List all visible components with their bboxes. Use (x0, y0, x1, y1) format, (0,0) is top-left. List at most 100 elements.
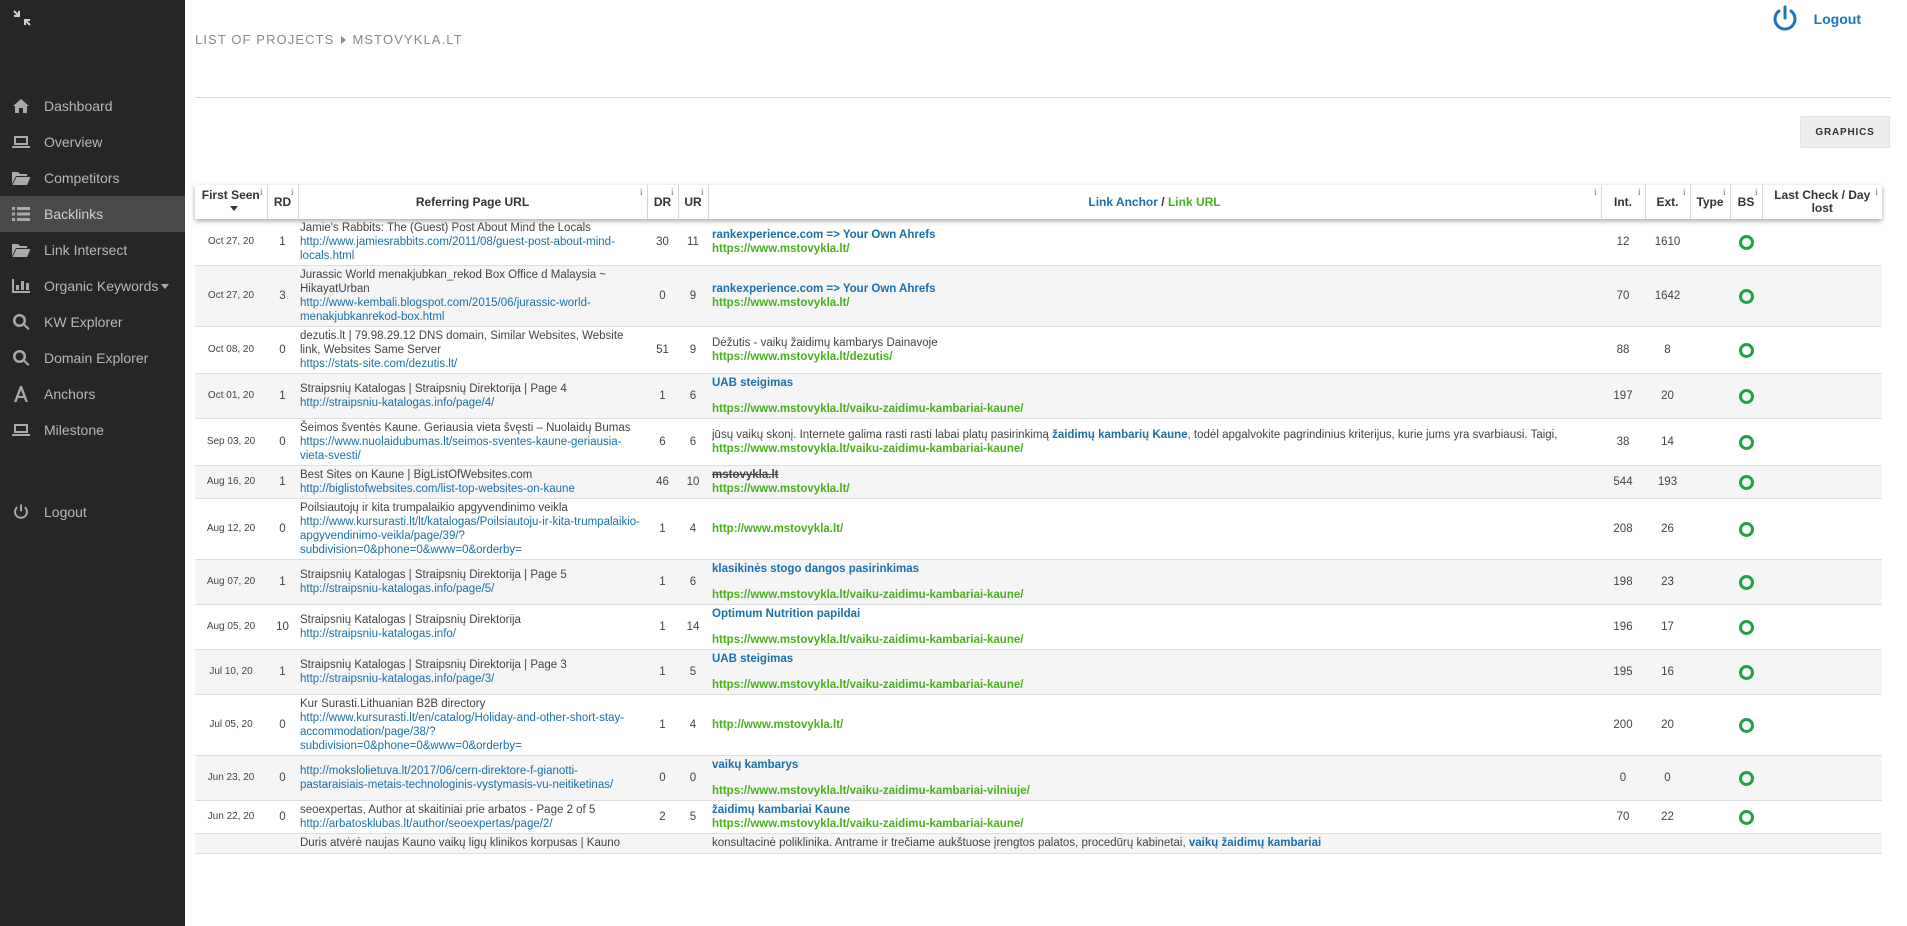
col-last-check[interactable]: Last Check / Day lost i (1762, 185, 1882, 219)
status-circle-icon (1738, 664, 1754, 680)
bs-cell (1730, 649, 1762, 695)
link-url[interactable]: https://www.mstovykla.lt/ (712, 243, 850, 255)
link-url[interactable]: https://www.mstovykla.lt/dezutis/ (712, 351, 892, 363)
anchor-text[interactable]: Optimum Nutrition papildai (712, 608, 860, 620)
col-dr[interactable]: DR i (647, 185, 679, 219)
sidebar-item-organic-keywords[interactable]: Organic Keywords (0, 268, 185, 304)
sidebar-item-dashboard[interactable]: Dashboard (0, 88, 185, 124)
collapse-sidebar-icon[interactable] (10, 6, 34, 30)
col-int[interactable]: Int. i (1601, 185, 1646, 219)
type-cell (1690, 219, 1730, 266)
chevron-down-icon[interactable] (161, 284, 169, 289)
anchor-text[interactable]: žaidimų kambariai Kaune (712, 804, 850, 816)
anchor-text[interactable]: vaikų žaidimų kambariai (1189, 837, 1321, 849)
sidebar-item-competitors[interactable]: Competitors (0, 160, 185, 196)
last-check-cell (1762, 418, 1882, 466)
col-ur[interactable]: UR i (678, 185, 709, 219)
folder-open-icon (10, 168, 32, 188)
anchor-text[interactable]: mstovykla.lt (712, 469, 778, 481)
table-row: Aug 16, 20 1 Best Sites on Kaune | BigList… (195, 465, 1882, 499)
last-check-cell (1762, 649, 1882, 695)
ref-page-title: seoexpertas, Author at skaitiniai prie a… (300, 804, 596, 816)
ref-page-url[interactable]: http://straipsniu-katalogas.info/page/4/ (300, 396, 645, 410)
link-anchor-cell: UAB steigimas https://www.mstovykla.lt/va… (708, 373, 1601, 419)
ref-page-url[interactable]: http://straipsniu-katalogas.info/page/3/ (300, 672, 645, 686)
col-link-anchor[interactable]: Link Anchor / Link URL i (708, 185, 1602, 219)
col-ext-label: Ext. (1656, 194, 1679, 209)
ur-cell: 4 (678, 498, 708, 560)
link-url[interactable]: https://www.mstovykla.lt/vaiku-zaidimu-k… (712, 785, 1030, 797)
ref-page-url[interactable]: http://www.kursurasti.lt/en/catalog/Holi… (300, 711, 645, 753)
ref-page-url[interactable]: http://www-kembali.blogspot.com/2015/06/… (300, 296, 645, 324)
col-first-seen[interactable]: First Seen i (195, 185, 268, 219)
sort-desc-icon (229, 206, 238, 212)
font-icon (10, 384, 32, 404)
link-anchor-cell: Dėžutis - vaikų žaidimų kambarys Dainavo… (708, 326, 1601, 374)
ref-page-url[interactable]: http://straipsniu-katalogas.info/page/5/ (300, 582, 645, 596)
anchor-context-before: jūsų vaikų skonį. Internete galima rasti… (712, 429, 1053, 441)
col-ext[interactable]: Ext. i (1645, 185, 1691, 219)
type-cell (1690, 800, 1730, 834)
link-url[interactable]: https://www.mstovykla.lt/vaiku-zaidimu-k… (712, 443, 1023, 455)
sidebar-logout[interactable]: Logout (0, 494, 185, 530)
graphics-button[interactable]: GRAPHICS (1800, 116, 1890, 148)
col-ref-url[interactable]: Referring Page URL i (298, 185, 648, 219)
sidebar-item-label: Backlinks (44, 206, 104, 222)
sidebar-item-milestone[interactable]: Milestone (0, 412, 185, 448)
col-bs-label: BS (1737, 194, 1755, 209)
col-type[interactable]: Type i (1690, 185, 1731, 219)
breadcrumb-projects-link[interactable]: LIST OF PROJECTS (195, 32, 334, 47)
sidebar-item-kw-explorer[interactable]: KW Explorer (0, 304, 185, 340)
ext-cell: 0 (1645, 755, 1690, 801)
anchor-text[interactable]: rankexperience.com => Your Own Ahrefs (712, 229, 936, 241)
logout-button[interactable]: Logout (1770, 4, 1861, 34)
ur-cell: 0 (678, 755, 708, 801)
link-url[interactable]: https://www.mstovykla.lt/ (712, 483, 850, 495)
rd-cell: 3 (267, 265, 298, 327)
link-url[interactable]: https://www.mstovykla.lt/vaiku-zaidimu-k… (712, 634, 1023, 646)
ref-page-url[interactable]: http://www.jamiesrabbits.com/2011/08/gue… (300, 235, 645, 263)
anchor-text[interactable]: žaidimų kambarių Kaune (1052, 429, 1187, 441)
link-url[interactable]: https://www.mstovykla.lt/vaiku-zaidimu-k… (712, 679, 1023, 691)
last-check-cell (1762, 800, 1882, 834)
sidebar-item-overview[interactable]: Overview (0, 124, 185, 160)
first-seen-cell: Aug 12, 20 (195, 498, 267, 560)
sidebar-item-link-intersect[interactable]: Link Intersect (0, 232, 185, 268)
table-row: Duris atvėrė naujas Kauno vaikų ligų kli… (195, 833, 1882, 854)
sidebar-item-backlinks[interactable]: Backlinks (0, 196, 185, 232)
sidebar-item-anchors[interactable]: Anchors (0, 376, 185, 412)
link-url[interactable]: https://www.mstovykla.lt/vaiku-zaidimu-k… (712, 818, 1023, 830)
ref-page-cell: Straipsnių Katalogas | Straipsnių Direkt… (298, 373, 647, 419)
rd-cell: 0 (267, 418, 298, 466)
anchor-gap (712, 390, 1599, 402)
link-url[interactable]: https://www.mstovykla.lt/vaiku-zaidimu-k… (712, 589, 1023, 601)
anchor-text[interactable]: UAB steigimas (712, 377, 793, 389)
anchor-text[interactable]: UAB steigimas (712, 653, 793, 665)
anchor-text[interactable]: rankexperience.com => Your Own Ahrefs (712, 283, 936, 295)
link-url[interactable]: http://www.mstovykla.lt/ (712, 523, 843, 535)
link-url[interactable]: https://www.mstovykla.lt/vaiku-zaidimu-k… (712, 403, 1023, 415)
anchor-text[interactable]: vaikų kambarys (712, 759, 798, 771)
anchor-text[interactable]: klasikinės stogo dangos pasirinkimas (712, 563, 919, 575)
ref-page-url[interactable]: http://arbatosklubas.lt/author/seoexpert… (300, 817, 645, 831)
dr-cell: 1 (647, 559, 678, 605)
sidebar-logout-label: Logout (44, 504, 87, 520)
ref-page-url[interactable]: http://www.kursurasti.lt/lt/katalogas/Po… (300, 515, 645, 557)
ref-page-url[interactable]: https://stats-site.com/dezutis.lt/ (300, 357, 645, 371)
anchor-line: Dėžutis - vaikų žaidimų kambarys Dainavo… (712, 336, 1599, 350)
ref-page-url[interactable]: https://www.nuolaidubumas.lt/seimos-sven… (300, 435, 645, 463)
col-rd[interactable]: RD i (267, 185, 299, 219)
ref-page-url[interactable]: http://straipsniu-katalogas.info/ (300, 627, 645, 641)
link-anchor-cell: konsultacinė poliklinika. Antrame ir tre… (708, 833, 1601, 854)
ref-page-url[interactable]: http://biglistofwebsites.com/list-top-we… (300, 482, 645, 496)
col-bs[interactable]: BS i (1730, 185, 1763, 219)
link-url[interactable]: https://www.mstovykla.lt/ (712, 297, 850, 309)
col-slash: / (1157, 194, 1168, 209)
status-circle-icon (1738, 619, 1754, 635)
bs-cell (1730, 373, 1762, 419)
ext-cell: 193 (1645, 465, 1690, 499)
sidebar-item-domain-explorer[interactable]: Domain Explorer (0, 340, 185, 376)
ref-page-url[interactable]: http://mokslolietuva.lt/2017/06/cern-dir… (300, 764, 645, 792)
link-url[interactable]: http://www.mstovykla.lt/ (712, 719, 843, 731)
status-circle-icon (1738, 809, 1754, 825)
